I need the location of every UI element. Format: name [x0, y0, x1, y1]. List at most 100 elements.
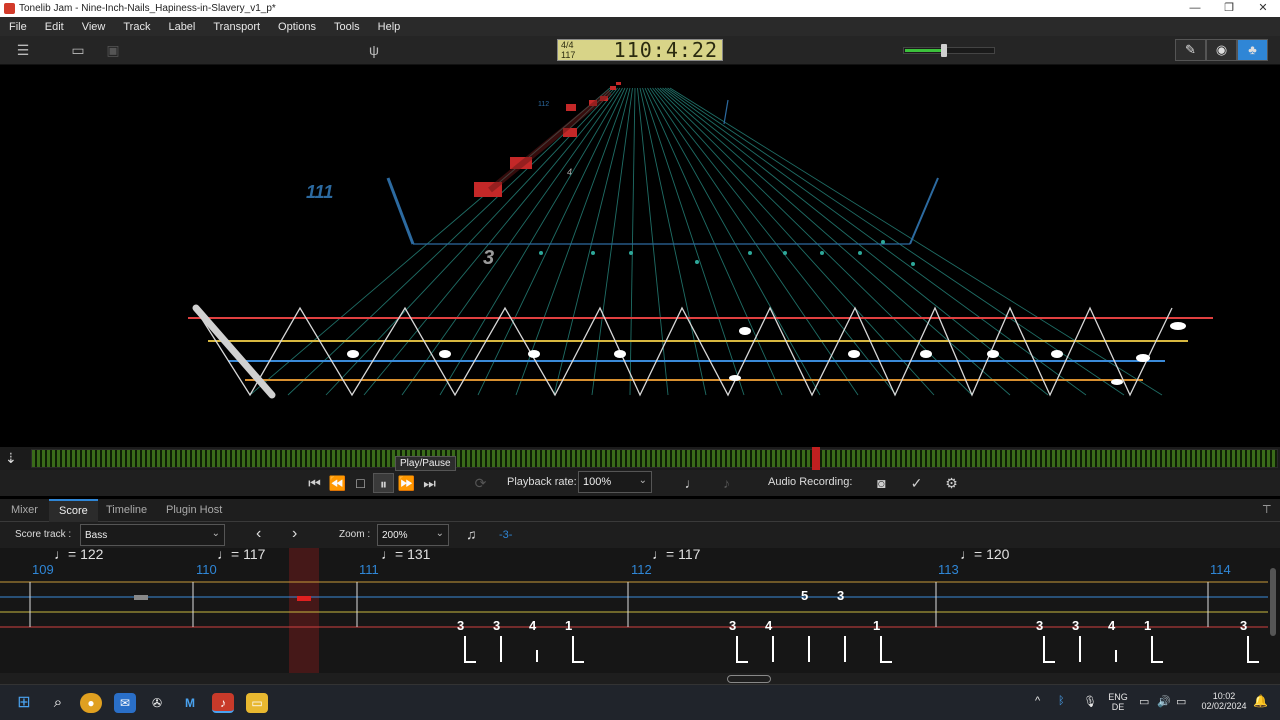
chrome-icon[interactable]: ● — [80, 693, 102, 713]
collapse-panel-icon[interactable]: ⊤ — [1252, 499, 1280, 522]
tab-fret: 3 — [837, 588, 844, 603]
time-signature: 4/4 — [561, 40, 574, 50]
audio-recording-label: Audio Recording: — [768, 476, 853, 488]
zoom-select[interactable]: 200% ⌄ — [377, 524, 449, 546]
resize-grip[interactable] — [727, 675, 771, 683]
svg-text:♩: ♩ — [960, 548, 974, 562]
playhead-marker[interactable] — [812, 447, 820, 470]
search-icon[interactable]: ⌕ — [47, 693, 69, 713]
measure-number: 111 — [359, 562, 379, 577]
panel-resize-handle[interactable] — [0, 673, 1280, 684]
rewind-icon[interactable]: ⏪ — [327, 473, 348, 493]
windows-start-icon[interactable]: ⊞ — [13, 693, 35, 713]
network-icon[interactable]: ▭ — [1139, 695, 1149, 708]
menu-options[interactable]: Options — [269, 21, 325, 33]
score-track-select[interactable]: Bass ⌄ — [80, 524, 225, 546]
jam-mode-people-icon[interactable]: ♣ — [1237, 39, 1268, 61]
song-progress-bar[interactable] — [31, 449, 1278, 468]
checkmark-icon[interactable]: ✓ — [906, 473, 927, 493]
go-to-start-icon[interactable]: ⏮ — [304, 473, 325, 493]
tablature-view[interactable]: 109 110 111 112 113 114 ♩ = 122 ♩ = 117 ♩ =… — [0, 548, 1280, 673]
song-position: 110:4:22 — [613, 38, 718, 62]
tuplet-button[interactable]: -3- — [499, 529, 512, 541]
fretboard-3d-view[interactable]: 111 112 3 4 — [0, 66, 1280, 446]
play-pause-icon[interactable]: ⏸ — [373, 473, 394, 493]
volume-thumb[interactable] — [941, 44, 947, 57]
menu-label[interactable]: Label — [159, 21, 204, 33]
metronome-icon[interactable]: ♩ — [681, 473, 702, 493]
tab-mixer[interactable]: Mixer — [1, 499, 48, 522]
tab-fret: 4 — [529, 618, 537, 633]
master-volume-slider[interactable] — [903, 44, 995, 57]
battery-icon[interactable]: ▭ — [1176, 695, 1186, 708]
measure-number: 114 — [1210, 562, 1231, 577]
stage-fret-number: 4 — [567, 167, 572, 177]
minimize-button[interactable]: — — [1178, 0, 1212, 17]
open-folder-icon[interactable]: ▭ — [68, 41, 88, 60]
menu-file[interactable]: File — [0, 21, 36, 33]
clock-time: 10:02 — [1212, 691, 1236, 701]
language-secondary: DE — [1111, 702, 1125, 712]
go-to-end-icon[interactable]: ⏭ — [419, 473, 440, 493]
menu-track[interactable]: Track — [114, 21, 159, 33]
svg-text:♩: ♩ — [381, 548, 395, 562]
tempo-marking: = 117 — [666, 548, 701, 562]
file-explorer-icon[interactable]: ▭ — [246, 693, 268, 713]
previous-arrow-icon[interactable]: ‹ — [256, 525, 261, 543]
edit-mode-pencil-icon[interactable]: ✎ — [1175, 39, 1206, 61]
tab-plugin-host[interactable]: Plugin Host — [156, 499, 232, 522]
loop-icon[interactable]: ⟳ — [470, 473, 491, 493]
record-icon[interactable]: ◙ — [871, 473, 892, 493]
volume-track — [903, 47, 995, 54]
tab-fret: 3 — [457, 618, 464, 633]
input-settings-icon[interactable]: ⚙ — [941, 473, 962, 493]
volume-level — [905, 49, 943, 52]
hamburger-menu-icon[interactable]: ☰ — [12, 41, 34, 60]
language-indicator[interactable]: ENG DE — [1108, 692, 1128, 712]
stage-far-measure: 112 — [538, 101, 549, 108]
clock[interactable]: 10:02 02/02/2024 — [1196, 691, 1252, 711]
bluetooth-icon[interactable]: ᛒ — [1058, 695, 1065, 707]
tab-fret: 3 — [1240, 618, 1247, 633]
tab-fret: 3 — [729, 618, 736, 633]
windows-taskbar: ⊞ ⌕ ● ✉ ✇ M ♪ ▭ ^ ᛒ 🎙 ENG DE ▭ 🔊 ▭ 10:02… — [0, 684, 1280, 720]
sort-arrow-icon[interactable]: ⇣ — [5, 450, 25, 468]
fast-forward-icon[interactable]: ⏩ — [396, 473, 417, 493]
save-disk-icon[interactable]: ▣ — [103, 41, 123, 60]
menu-help[interactable]: Help — [369, 21, 410, 33]
song-overview-strip[interactable]: ⇣ — [0, 447, 1280, 470]
playback-rate-select[interactable]: 100% ⌄ — [578, 471, 652, 493]
playback-rate-value: 100% — [583, 476, 612, 488]
maximize-button[interactable]: ❐ — [1212, 0, 1246, 17]
tray-overflow-icon[interactable]: ^ — [1035, 695, 1040, 707]
tonelib-app-icon — [4, 3, 15, 14]
note-value-icon[interactable]: ♫ — [466, 526, 477, 542]
tempo-readout: 117 — [561, 50, 576, 60]
volume-icon[interactable]: 🔊 — [1157, 695, 1171, 708]
menu-tools[interactable]: Tools — [325, 21, 369, 33]
musescore-icon[interactable]: M — [179, 693, 201, 713]
tonelib-taskbar-icon[interactable]: ♪ — [212, 693, 234, 713]
tempo-marking: = 117 — [231, 548, 266, 562]
play-pause-tooltip: Play/Pause — [395, 456, 456, 471]
close-button[interactable]: ✕ — [1246, 0, 1280, 17]
title-bar: Tonelib Jam - Nine-Inch-Nails_Hapiness-i… — [0, 0, 1280, 17]
zoom-value: 200% — [382, 530, 408, 541]
tablature-canvas: 109 110 111 112 113 114 ♩ = 122 ♩ = 117 ♩ =… — [0, 548, 1276, 673]
tab-fret: 3 — [1072, 618, 1079, 633]
measure-number: 113 — [938, 562, 959, 577]
tuner-fork-icon[interactable]: ψ — [366, 41, 382, 60]
stop-icon[interactable]: □ — [350, 473, 371, 493]
menu-edit[interactable]: Edit — [36, 21, 73, 33]
notification-bell-icon[interactable]: 🔔 — [1253, 694, 1268, 708]
outlook-icon[interactable]: ✉ — [114, 693, 136, 713]
count-in-icon[interactable]: ♪ — [716, 473, 737, 493]
tab-timeline[interactable]: Timeline — [96, 499, 157, 522]
film-reel-icon[interactable]: ✇ — [146, 693, 168, 713]
view-mode-eye-icon[interactable]: ◉ — [1206, 39, 1237, 61]
tab-score[interactable]: Score — [49, 499, 98, 522]
next-arrow-icon[interactable]: › — [292, 525, 297, 543]
menu-view[interactable]: View — [73, 21, 115, 33]
menu-transport[interactable]: Transport — [204, 21, 269, 33]
microphone-icon[interactable]: 🎙 — [1083, 695, 1097, 708]
